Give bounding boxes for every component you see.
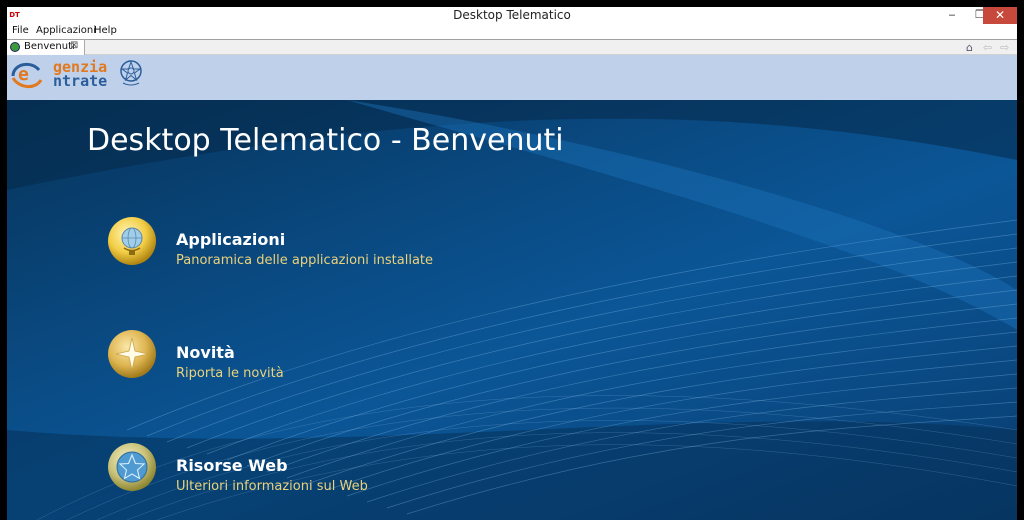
title-bar: DT Desktop Telematico ‒ ❐ ✕: [7, 7, 1017, 24]
minimize-icon: ‒: [948, 8, 956, 21]
tab-label: Benvenuti: [24, 41, 75, 52]
close-button[interactable]: ✕: [983, 7, 1017, 24]
menu-help[interactable]: Help: [94, 25, 117, 36]
tab-bar: Benvenuti ⊠ ⌂ ⇦ ⇨: [7, 39, 1017, 55]
minimize-button[interactable]: ‒: [937, 7, 967, 24]
entry-applicazioni[interactable]: Applicazioni Panoramica delle applicazio…: [107, 216, 607, 276]
entry-description: Panoramica delle applicazioni installate: [176, 253, 434, 268]
close-icon: ✕: [994, 8, 1006, 22]
menu-bar: File Applicazioni Help: [7, 24, 1017, 39]
star-icon: [108, 330, 156, 378]
page-title: Desktop Telematico - Benvenuti: [87, 123, 564, 158]
logo-line-2: ntrate: [53, 72, 108, 90]
entry-novita[interactable]: Novità Riporta le novità: [107, 329, 607, 389]
entry-description: Riporta le novità: [176, 366, 284, 381]
globe-icon: [108, 217, 156, 265]
menu-applicazioni[interactable]: Applicazioni: [36, 25, 96, 36]
entry-description: Ulteriori informazioni sul Web: [176, 479, 368, 494]
welcome-page: Desktop Telematico - Benvenuti Applicazi…: [7, 100, 1017, 520]
application-window: DT Desktop Telematico ‒ ❐ ✕ File Applica…: [0, 0, 1024, 520]
entry-risorse-web[interactable]: Risorse Web Ulteriori informazioni sul W…: [107, 442, 607, 502]
home-icon[interactable]: ⌂: [966, 41, 973, 54]
tab-benvenuti[interactable]: Benvenuti ⊠: [7, 40, 85, 55]
header-band: e genzia ntrate: [7, 55, 1017, 100]
entry-title[interactable]: Risorse Web: [176, 456, 288, 475]
tab-close-icon[interactable]: ⊠: [70, 40, 78, 51]
forward-arrow-icon[interactable]: ⇨: [1000, 41, 1009, 54]
svg-text:e: e: [18, 64, 29, 85]
agenzia-entrate-logo-mark: e: [11, 62, 43, 88]
entry-title[interactable]: Applicazioni: [176, 230, 285, 249]
entry-title[interactable]: Novità: [176, 343, 235, 362]
window-title: Desktop Telematico: [453, 8, 571, 22]
web-icon: [108, 443, 156, 491]
back-arrow-icon[interactable]: ⇦: [983, 41, 992, 54]
italian-emblem-icon: [120, 60, 142, 86]
menu-file[interactable]: File: [12, 25, 29, 36]
welcome-tab-icon: [10, 42, 20, 52]
